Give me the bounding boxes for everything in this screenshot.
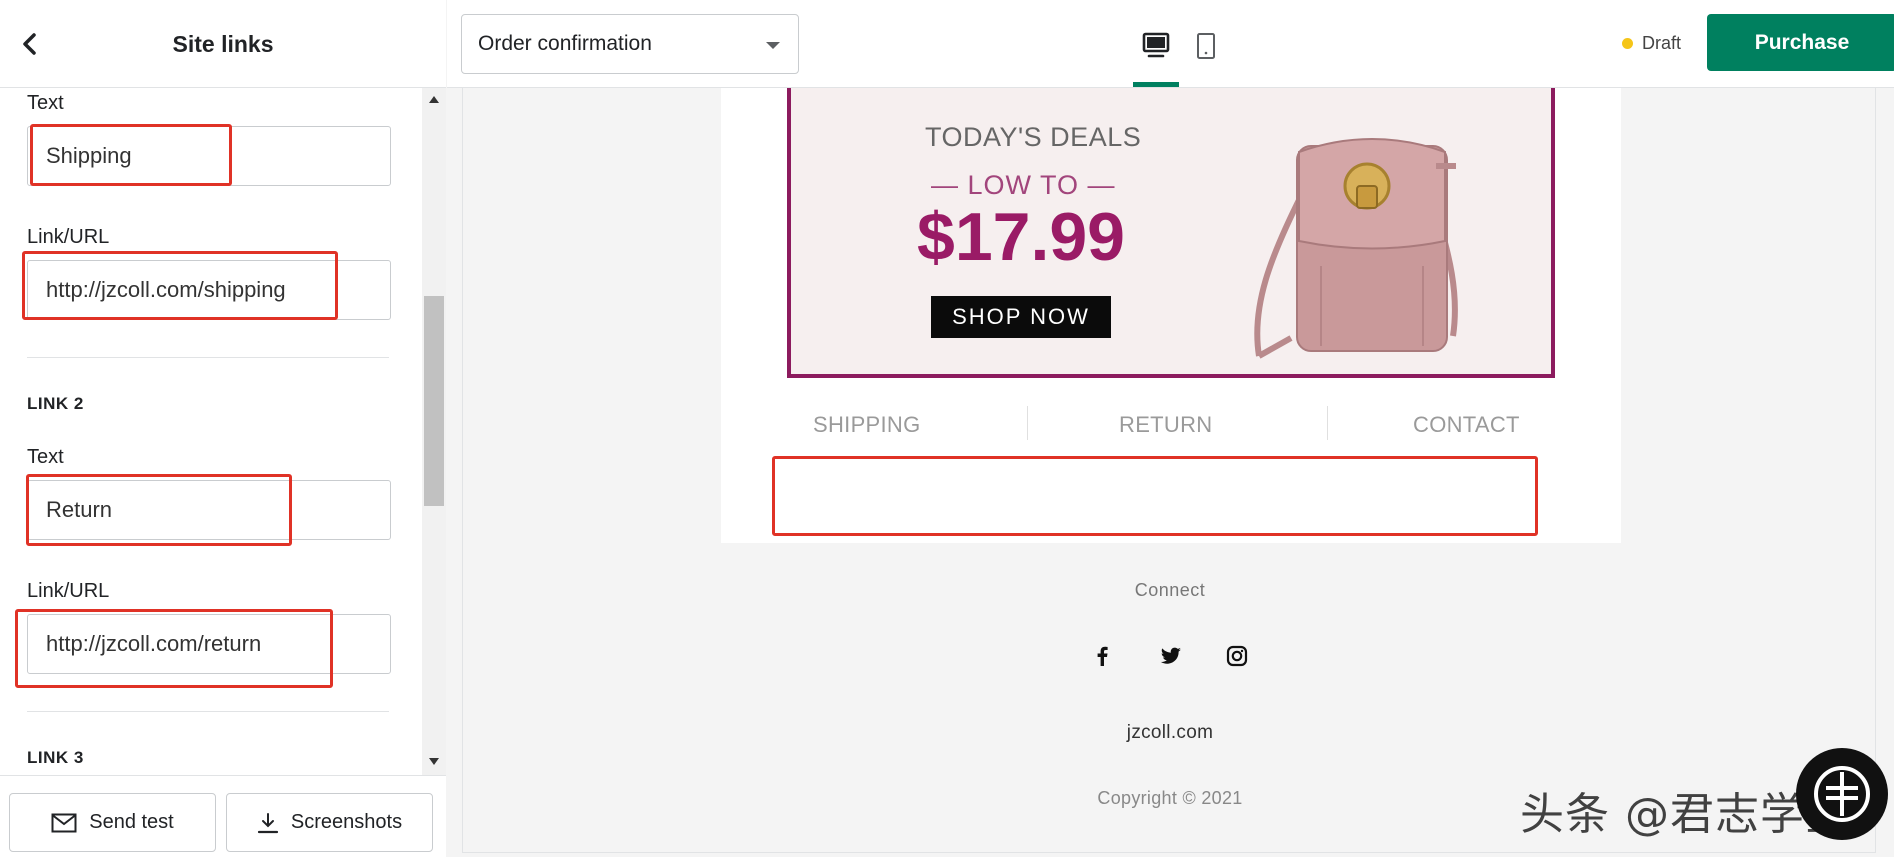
site-links-bar: SHIPPING RETURN CONTACT (773, 388, 1569, 464)
site-domain-link[interactable]: jzcoll.com (463, 722, 1877, 744)
email-preview[interactable]: TODAY'S DEALS — LOW TO — $17.99 SHOP NOW (462, 88, 1876, 853)
link2-text-label: Text (27, 446, 64, 468)
envelope-icon (51, 813, 77, 832)
sidebar-header: Site links (0, 0, 446, 88)
banner-price: $17.99 (917, 199, 1125, 275)
template-select[interactable]: Order confirmation (461, 14, 799, 74)
watermark-logo-icon (1796, 748, 1888, 840)
link-separator (1327, 406, 1328, 440)
status-dot-icon (1622, 38, 1633, 49)
banner-subline: — LOW TO — (931, 170, 1116, 200)
send-test-label: Send test (89, 811, 174, 833)
sidebar-title: Site links (172, 31, 274, 57)
instagram-icon[interactable] (1223, 642, 1251, 670)
desktop-icon (1142, 32, 1170, 58)
sidebar-scrollbar[interactable] (422, 88, 446, 775)
screenshots-label: Screenshots (290, 811, 403, 833)
caret-down-icon (766, 42, 780, 49)
scrollbar-thumb[interactable] (424, 296, 444, 506)
scroll-down-arrow-icon[interactable] (429, 758, 439, 765)
facebook-icon[interactable] (1088, 642, 1116, 670)
desktop-view-button[interactable] (1138, 28, 1174, 64)
link1-url-input[interactable] (27, 260, 391, 320)
purchase-button[interactable]: Purchase (1707, 14, 1894, 71)
settings-sidebar: Site links Text Link/URL LINK 2 Text Lin… (0, 0, 446, 857)
status-label: Draft (1642, 33, 1682, 53)
link2-text-input[interactable] (27, 480, 391, 540)
link2-section-label: LINK 2 (27, 394, 84, 413)
link2-url-label: Link/URL (27, 580, 110, 602)
deals-banner[interactable]: TODAY'S DEALS — LOW TO — $17.99 SHOP NOW (787, 88, 1555, 378)
link2-url-input[interactable] (27, 614, 391, 674)
link1-url-label: Link/URL (27, 226, 110, 248)
shop-now-button[interactable]: SHOP NOW (931, 296, 1111, 338)
handbag-image (1231, 106, 1471, 366)
mobile-icon (1197, 33, 1215, 59)
connect-label: Connect (1134, 580, 1206, 600)
scroll-up-arrow-icon[interactable] (429, 96, 439, 103)
twitter-icon[interactable] (1157, 642, 1185, 670)
link1-text-input[interactable] (27, 126, 391, 186)
active-view-indicator (1133, 82, 1179, 87)
link3-section-label: LINK 3 (27, 748, 84, 767)
site-link-contact[interactable]: CONTACT (1413, 412, 1520, 438)
template-select-value: Order confirmation (478, 32, 652, 55)
editor-topbar: Order confirmation Draft Purchase (447, 0, 1894, 88)
section-divider (27, 711, 389, 712)
email-body: TODAY'S DEALS — LOW TO — $17.99 SHOP NOW (721, 88, 1621, 543)
mobile-view-button[interactable] (1188, 28, 1224, 64)
download-icon (257, 812, 279, 833)
link-separator (1027, 406, 1028, 440)
site-link-return[interactable]: RETURN (1119, 412, 1212, 438)
banner-headline: TODAY'S DEALS (925, 122, 1142, 152)
send-test-button[interactable]: Send test (9, 793, 216, 852)
screenshots-button[interactable]: Screenshots (226, 793, 433, 852)
site-link-shipping[interactable]: SHIPPING (813, 412, 921, 438)
link1-text-label: Text (27, 92, 64, 114)
status-badge: Draft (1622, 33, 1681, 54)
sidebar-scroll-area[interactable]: Text Link/URL LINK 2 Text Link/URL LINK … (0, 88, 422, 775)
section-divider (27, 357, 389, 358)
sidebar-footer: Send test Screenshots (0, 775, 446, 857)
